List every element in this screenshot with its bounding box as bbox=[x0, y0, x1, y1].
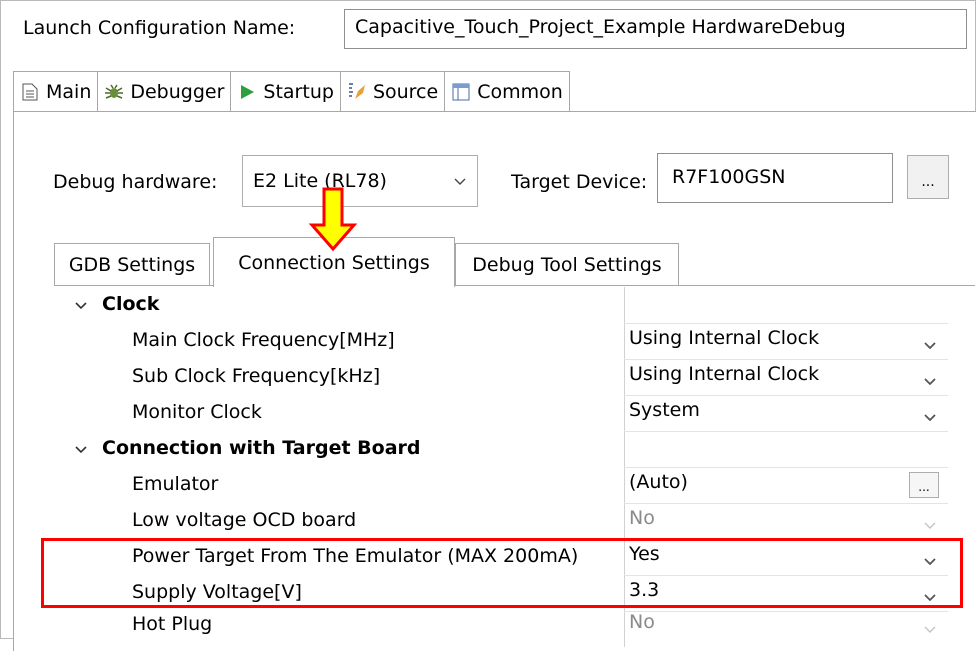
property-value: No bbox=[629, 611, 655, 633]
chevron-down-icon[interactable] bbox=[924, 406, 936, 428]
property-row[interactable]: Sub Clock Frequency[kHz] Using Internal … bbox=[54, 359, 948, 395]
tab-debug-tool-settings-label: Debug Tool Settings bbox=[472, 253, 662, 276]
property-name: Clock bbox=[102, 293, 160, 315]
property-name: Monitor Clock bbox=[132, 401, 262, 423]
chevron-down-icon bbox=[924, 618, 936, 640]
document-icon bbox=[20, 82, 40, 102]
property-name: Hot Plug bbox=[132, 613, 213, 635]
category-row-connection[interactable]: Connection with Target Board bbox=[54, 431, 948, 467]
chevron-down-icon[interactable] bbox=[924, 370, 936, 392]
property-name: Connection with Target Board bbox=[102, 437, 421, 459]
property-row[interactable]: Low voltage OCD board No bbox=[54, 503, 948, 539]
launch-config-name-input[interactable]: Capacitive_Touch_Project_Example Hardwar… bbox=[344, 9, 967, 49]
highlight-box bbox=[41, 538, 963, 608]
property-row[interactable]: Monitor Clock System bbox=[54, 395, 948, 431]
property-name: Emulator bbox=[132, 473, 219, 495]
property-value[interactable]: Using Internal Clock bbox=[629, 327, 819, 349]
target-device-label: Target Device: bbox=[511, 171, 648, 193]
target-device-input[interactable]: R7F100GSN bbox=[657, 153, 893, 203]
tab-connection-settings-label: Connection Settings bbox=[238, 251, 430, 274]
property-name: Sub Clock Frequency[kHz] bbox=[132, 365, 381, 387]
chevron-down-icon[interactable] bbox=[74, 438, 88, 460]
property-row[interactable]: Emulator (Auto) ... bbox=[54, 467, 948, 503]
tab-debugger[interactable]: Debugger bbox=[97, 71, 232, 111]
tab-main[interactable]: Main bbox=[13, 71, 99, 111]
property-value[interactable]: (Auto) bbox=[629, 471, 688, 493]
chevron-down-icon[interactable] bbox=[74, 294, 88, 316]
property-name: Low voltage OCD board bbox=[132, 509, 357, 531]
arrow-down-icon bbox=[308, 187, 358, 253]
property-name: Main Clock Frequency[MHz] bbox=[132, 329, 395, 351]
tab-source-label: Source bbox=[372, 80, 439, 103]
chevron-down-icon bbox=[924, 514, 936, 536]
play-icon bbox=[237, 82, 257, 102]
launch-config-name-label: Launch Configuration Name: bbox=[23, 17, 296, 39]
property-row[interactable]: Main Clock Frequency[MHz] Using Internal… bbox=[54, 323, 948, 359]
tab-main-label: Main bbox=[46, 80, 92, 103]
main-tab-bar: Main Debugger Startup Source Common bbox=[13, 71, 570, 111]
bug-icon bbox=[104, 82, 124, 102]
tab-source[interactable]: Source bbox=[339, 71, 446, 111]
tab-debug-tool-settings[interactable]: Debug Tool Settings bbox=[455, 243, 679, 285]
emulator-browse-button[interactable]: ... bbox=[909, 472, 939, 498]
tab-common[interactable]: Common bbox=[444, 71, 570, 111]
debug-hardware-select[interactable]: E2 Lite (RL78) bbox=[242, 155, 478, 207]
launch-configuration-dialog: Launch Configuration Name: Capacitive_To… bbox=[0, 0, 976, 651]
target-device-browse-button[interactable]: ... bbox=[907, 155, 949, 199]
property-value: No bbox=[629, 507, 655, 529]
property-value[interactable]: Using Internal Clock bbox=[629, 363, 819, 385]
tab-debugger-label: Debugger bbox=[130, 80, 225, 103]
tab-common-label: Common bbox=[477, 80, 563, 103]
source-icon bbox=[347, 82, 367, 102]
tab-startup[interactable]: Startup bbox=[230, 71, 341, 111]
inner-tab-divider bbox=[54, 285, 975, 286]
property-row[interactable]: Hot Plug No bbox=[54, 607, 948, 643]
chevron-down-icon bbox=[453, 170, 467, 192]
tab-gdb-settings-label: GDB Settings bbox=[68, 253, 196, 276]
tab-startup-label: Startup bbox=[263, 80, 334, 103]
chevron-down-icon[interactable] bbox=[924, 334, 936, 356]
property-value[interactable]: System bbox=[629, 399, 700, 421]
tab-gdb-settings[interactable]: GDB Settings bbox=[54, 243, 210, 285]
category-row-clock[interactable]: Clock bbox=[54, 287, 948, 323]
window-icon bbox=[451, 82, 471, 102]
debug-hardware-label: Debug hardware: bbox=[53, 171, 218, 193]
